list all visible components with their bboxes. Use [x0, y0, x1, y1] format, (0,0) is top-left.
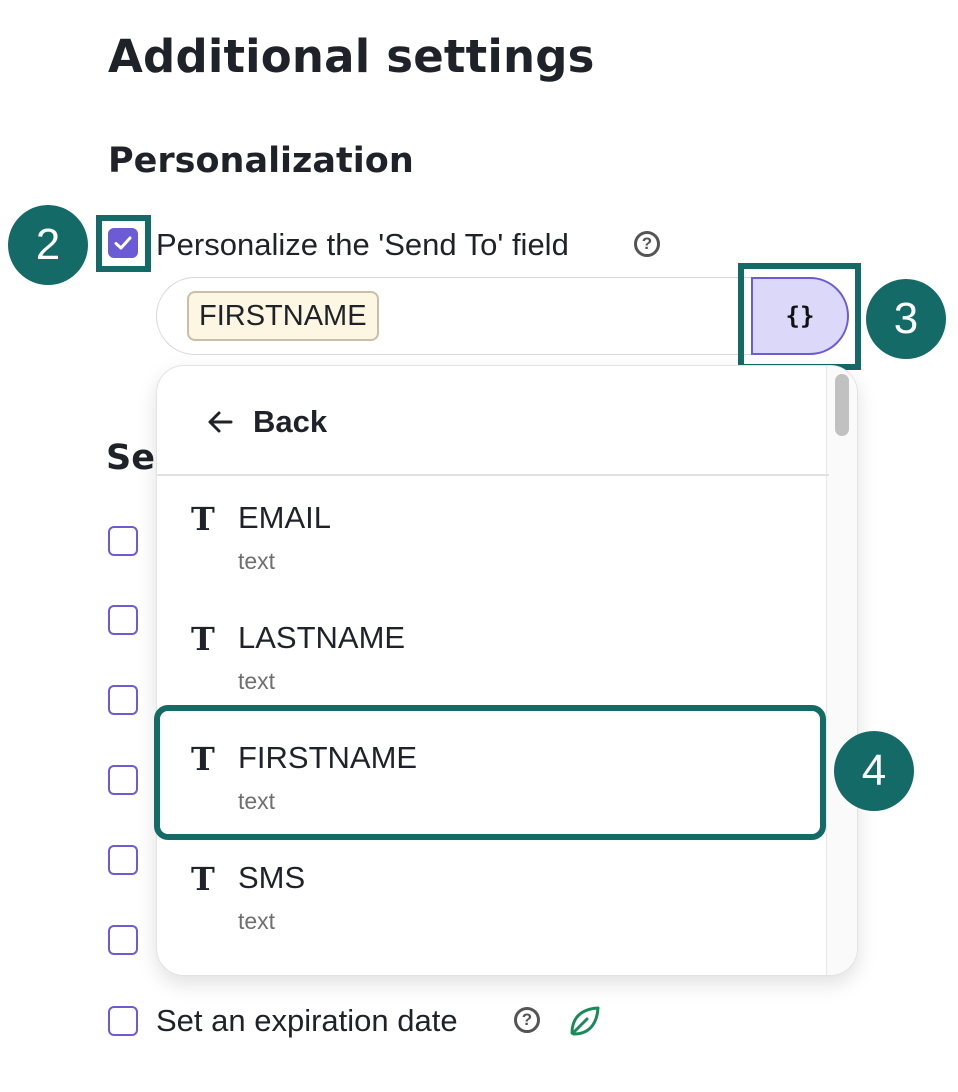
back-button[interactable]: Back — [207, 404, 327, 440]
dropdown-divider — [157, 474, 829, 476]
personalize-checkbox-label: Personalize the 'Send To' field — [156, 227, 569, 262]
help-icon[interactable]: ? — [514, 1007, 540, 1033]
settings-checkbox-3[interactable] — [108, 685, 138, 715]
personalize-checkbox[interactable] — [108, 228, 138, 258]
option-name: EMAIL — [238, 500, 332, 535]
annotation-badge-4: 4 — [834, 731, 914, 811]
variable-dropdown: Back T EMAIL text T LASTNAME text T FIRS… — [156, 365, 858, 976]
arrow-left-icon — [208, 411, 233, 433]
dropdown-option-email[interactable]: T EMAIL text — [157, 478, 829, 598]
dropdown-option-lastname[interactable]: T LASTNAME text — [157, 598, 829, 718]
leaf-icon — [566, 1003, 602, 1044]
check-icon — [114, 236, 132, 250]
option-name: SMS — [238, 860, 306, 895]
page-title: Additional settings — [108, 30, 595, 83]
settings-checkbox-6[interactable] — [108, 925, 138, 955]
variable-chip[interactable]: FIRSTNAME — [187, 291, 379, 341]
option-name: LASTNAME — [238, 620, 406, 655]
settings-checkbox-1[interactable] — [108, 526, 138, 556]
option-type: text — [238, 548, 276, 574]
section-title-personalization: Personalization — [108, 141, 414, 181]
settings-checkbox-2[interactable] — [108, 605, 138, 635]
section-title-partial: Se — [106, 438, 155, 478]
annotation-highlight-firstname — [154, 705, 826, 840]
expiration-label: Set an expiration date — [156, 1003, 458, 1038]
text-type-icon: T — [191, 500, 215, 538]
annotation-highlight-variable-button — [738, 263, 861, 370]
back-button-label: Back — [253, 404, 328, 439]
annotation-badge-3: 3 — [866, 279, 946, 359]
help-icon[interactable]: ? — [634, 231, 660, 257]
settings-checkbox-5[interactable] — [108, 845, 138, 875]
option-type: text — [238, 668, 276, 694]
text-type-icon: T — [191, 860, 215, 898]
annotation-badge-2: 2 — [8, 205, 88, 285]
dropdown-scrollbar[interactable] — [826, 366, 857, 975]
expiration-checkbox[interactable] — [108, 1006, 138, 1036]
scrollbar-thumb[interactable] — [835, 374, 849, 436]
dropdown-option-sms[interactable]: T SMS text — [157, 838, 829, 958]
option-type: text — [238, 908, 276, 934]
settings-checkbox-4[interactable] — [108, 765, 138, 795]
text-type-icon: T — [191, 620, 215, 658]
